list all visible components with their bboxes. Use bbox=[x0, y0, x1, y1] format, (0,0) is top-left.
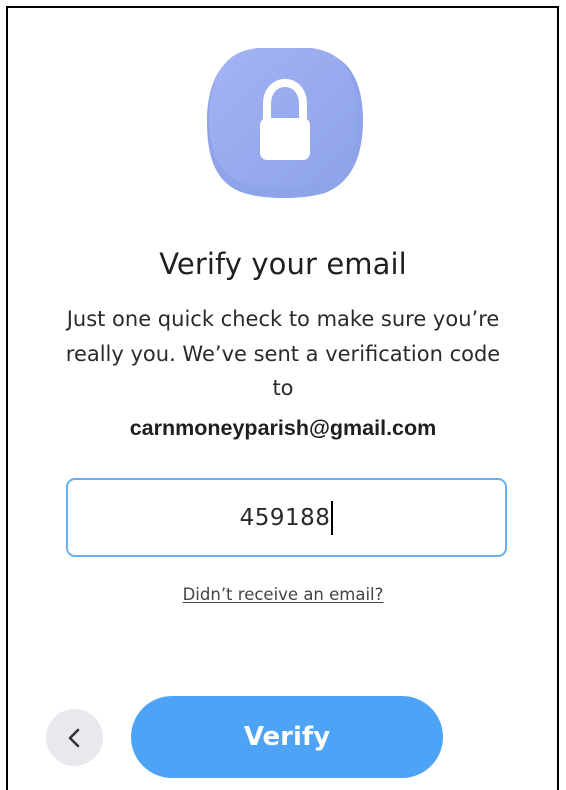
verification-code-input[interactable]: 459188 bbox=[66, 478, 507, 557]
lock-icon bbox=[207, 45, 363, 199]
text-caret bbox=[331, 500, 334, 535]
verification-description: Just one quick check to make sure you’re… bbox=[65, 307, 501, 400]
target-email: carnmoneyparish@gmail.com bbox=[129, 416, 437, 440]
verification-code-value: 459188 bbox=[239, 504, 331, 531]
page-title: Verify your email bbox=[159, 247, 407, 281]
chevron-left-icon bbox=[68, 728, 79, 747]
resend-email-link[interactable]: Didn’t receive an email? bbox=[0, 585, 566, 604]
verify-button[interactable]: Verify bbox=[131, 696, 443, 778]
back-button[interactable] bbox=[46, 709, 103, 766]
lock-badge bbox=[207, 45, 363, 199]
